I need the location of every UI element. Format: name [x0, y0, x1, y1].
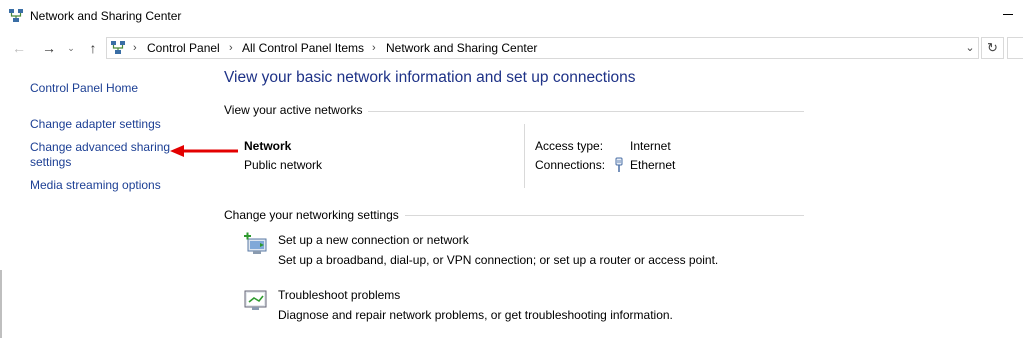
troubleshoot-link[interactable]: Troubleshoot problems: [278, 288, 400, 302]
section-divider: [405, 215, 804, 216]
change-advanced-sharing-label-line2: settings: [30, 155, 72, 169]
setup-connection-description: Set up a broadband, dial-up, or VPN conn…: [278, 253, 719, 267]
network-name: Network: [244, 139, 292, 153]
breadcrumb-control-panel[interactable]: Control Panel: [147, 40, 220, 56]
network-center-icon: [9, 9, 23, 22]
troubleshoot-icon: [244, 290, 267, 310]
troubleshoot-description: Diagnose and repair network problems, or…: [278, 308, 673, 322]
ethernet-link[interactable]: Ethernet: [630, 158, 675, 172]
ethernet-icon: [615, 157, 623, 172]
change-adapter-settings-link[interactable]: Change adapter settings: [30, 117, 161, 132]
breadcrumb-separator-icon[interactable]: ›: [372, 40, 376, 56]
back-arrow-icon[interactable]: ←: [8, 37, 30, 59]
network-type: Public network: [244, 158, 323, 172]
left-window-border: [0, 270, 2, 338]
breadcrumb-network-center[interactable]: Network and Sharing Center: [386, 40, 537, 56]
recent-locations-chevron-icon[interactable]: ⌄: [64, 37, 78, 59]
breadcrumb-all-items[interactable]: All Control Panel Items: [242, 40, 364, 56]
media-streaming-options-link[interactable]: Media streaming options: [30, 178, 161, 193]
network-center-icon: [111, 41, 125, 54]
up-arrow-icon[interactable]: ↑: [82, 37, 104, 59]
forward-arrow-icon[interactable]: →: [38, 37, 60, 59]
refresh-icon[interactable]: ↻: [981, 37, 1004, 59]
active-networks-title: View your active networks: [224, 103, 363, 117]
setup-connection-link[interactable]: Set up a new connection or network: [278, 233, 469, 247]
breadcrumb-separator-icon[interactable]: ›: [133, 40, 137, 56]
chevron-down-icon[interactable]: ⌄: [962, 37, 978, 59]
networking-settings-title: Change your networking settings: [224, 208, 399, 222]
window-title: Network and Sharing Center: [30, 9, 182, 23]
access-type-value: Internet: [630, 139, 671, 153]
change-advanced-sharing-link[interactable]: Change advanced sharing settings: [30, 140, 170, 170]
connections-label: Connections:: [535, 158, 606, 172]
change-advanced-sharing-label-line1: Change advanced sharing: [30, 140, 171, 154]
minimize-button[interactable]: [997, 2, 1019, 26]
new-connection-icon: [244, 232, 267, 254]
address-bar[interactable]: [106, 37, 979, 59]
access-type-label: Access type:: [535, 139, 604, 153]
section-divider: [368, 111, 804, 112]
annotation-arrow-icon: [170, 145, 238, 157]
breadcrumb-separator-icon[interactable]: ›: [229, 40, 233, 56]
search-input[interactable]: [1007, 37, 1023, 59]
control-panel-home-link[interactable]: Control Panel Home: [30, 81, 138, 96]
page-title: View your basic network information and …: [224, 69, 636, 86]
vertical-divider: [524, 124, 525, 188]
